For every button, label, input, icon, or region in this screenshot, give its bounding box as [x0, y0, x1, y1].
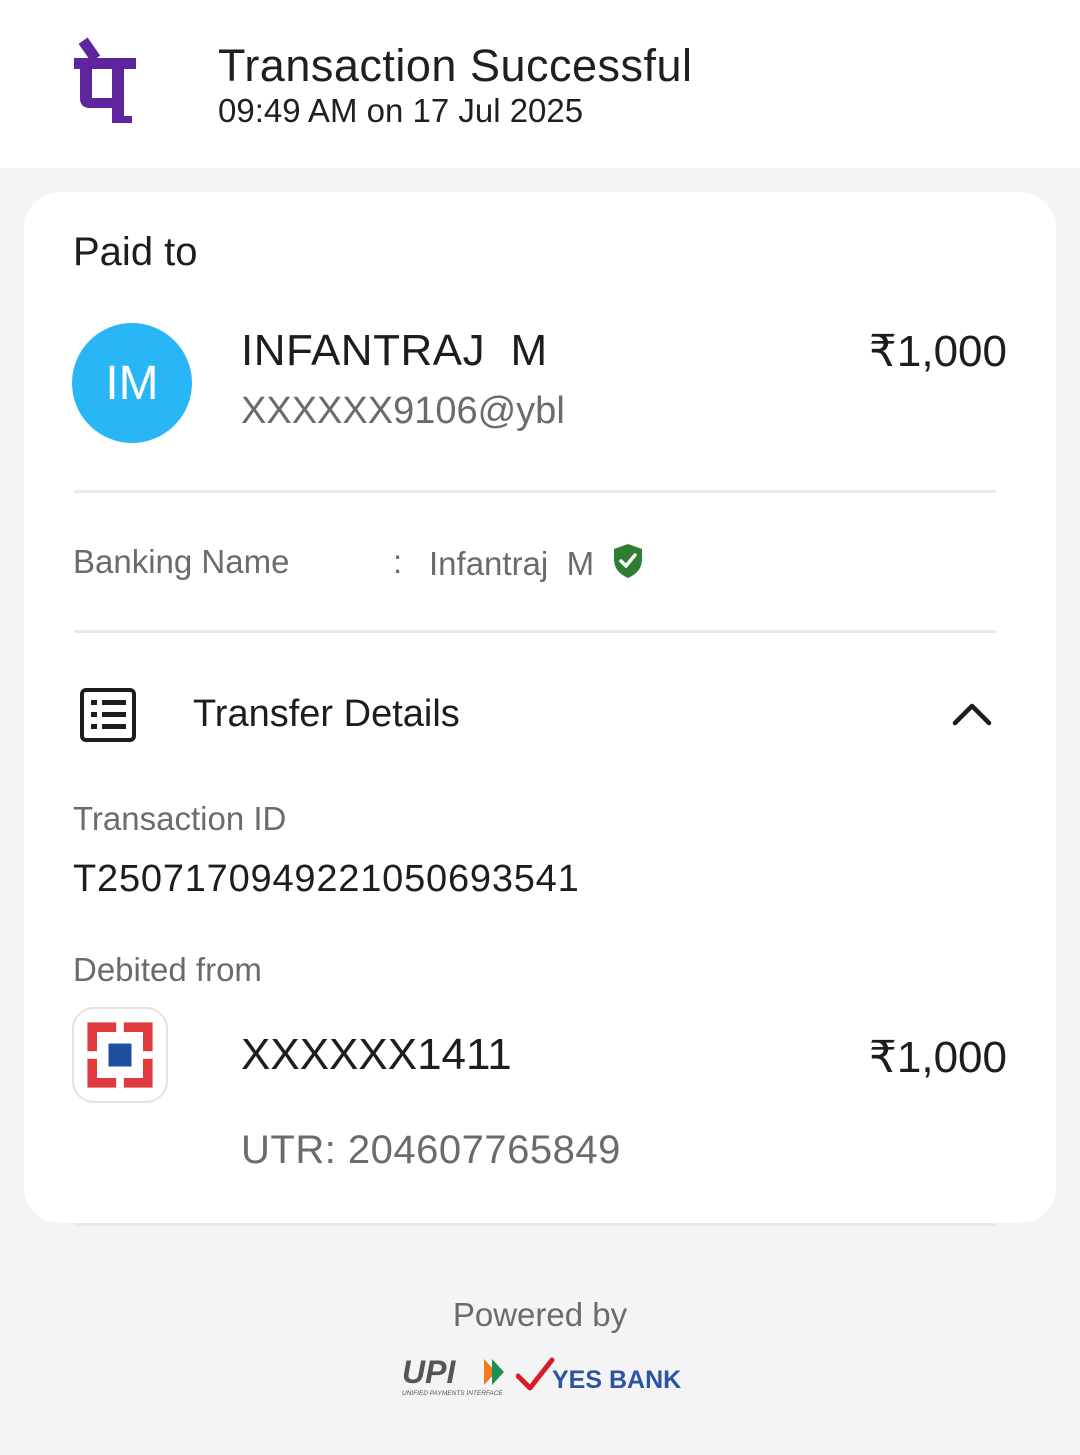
payee-upi-id: XXXXXX9106@ybl — [241, 390, 565, 432]
chevron-up-icon[interactable] — [950, 698, 994, 728]
debited-amount: ₹1,000 — [868, 1033, 1007, 1082]
transfer-details-title[interactable]: Transfer Details — [193, 693, 460, 736]
avatar: IM — [72, 323, 192, 443]
list-icon — [80, 688, 136, 742]
payee-name: INFANTRAJ M — [241, 326, 548, 375]
paid-amount: ₹1,000 — [868, 327, 1007, 376]
banking-name-value: Infantraj M — [429, 545, 595, 582]
yes-bank-logo: YES BANK — [516, 1357, 681, 1394]
banking-name-separator: : — [393, 543, 403, 580]
debited-from-label: Debited from — [73, 951, 262, 988]
divider — [74, 490, 996, 493]
header: Transaction Successful 09:49 AM on 17 Ju… — [0, 0, 1080, 168]
hdfc-bank-icon — [72, 1007, 168, 1103]
svg-text:YES BANK: YES BANK — [552, 1366, 681, 1394]
phonepe-logo-icon — [74, 37, 136, 123]
transaction-timestamp: 09:49 AM on 17 Jul 2025 — [218, 92, 584, 129]
shield-check-icon — [614, 544, 642, 578]
svg-text:UNIFIED PAYMENTS INTERFACE: UNIFIED PAYMENTS INTERFACE — [402, 1390, 503, 1397]
powered-by-label: Powered by — [452, 1296, 628, 1333]
utr-number[interactable]: UTR: 204607765849 — [241, 1128, 621, 1173]
debit-account-number: XXXXXX1411 — [241, 1030, 512, 1079]
page-title: Transaction Successful — [218, 40, 693, 91]
svg-text:UPI: UPI — [402, 1355, 456, 1390]
transaction-id-label: Transaction ID — [73, 800, 287, 837]
transaction-id-value[interactable]: T2507170949221050693541 — [73, 858, 580, 901]
upi-logo-icon: UPI UNIFIED PAYMENTS INTERFACE — [402, 1355, 504, 1397]
divider — [74, 630, 996, 633]
banking-name-label: Banking Name — [73, 543, 290, 580]
divider — [74, 1223, 996, 1226]
paid-to-label: Paid to — [73, 230, 198, 274]
